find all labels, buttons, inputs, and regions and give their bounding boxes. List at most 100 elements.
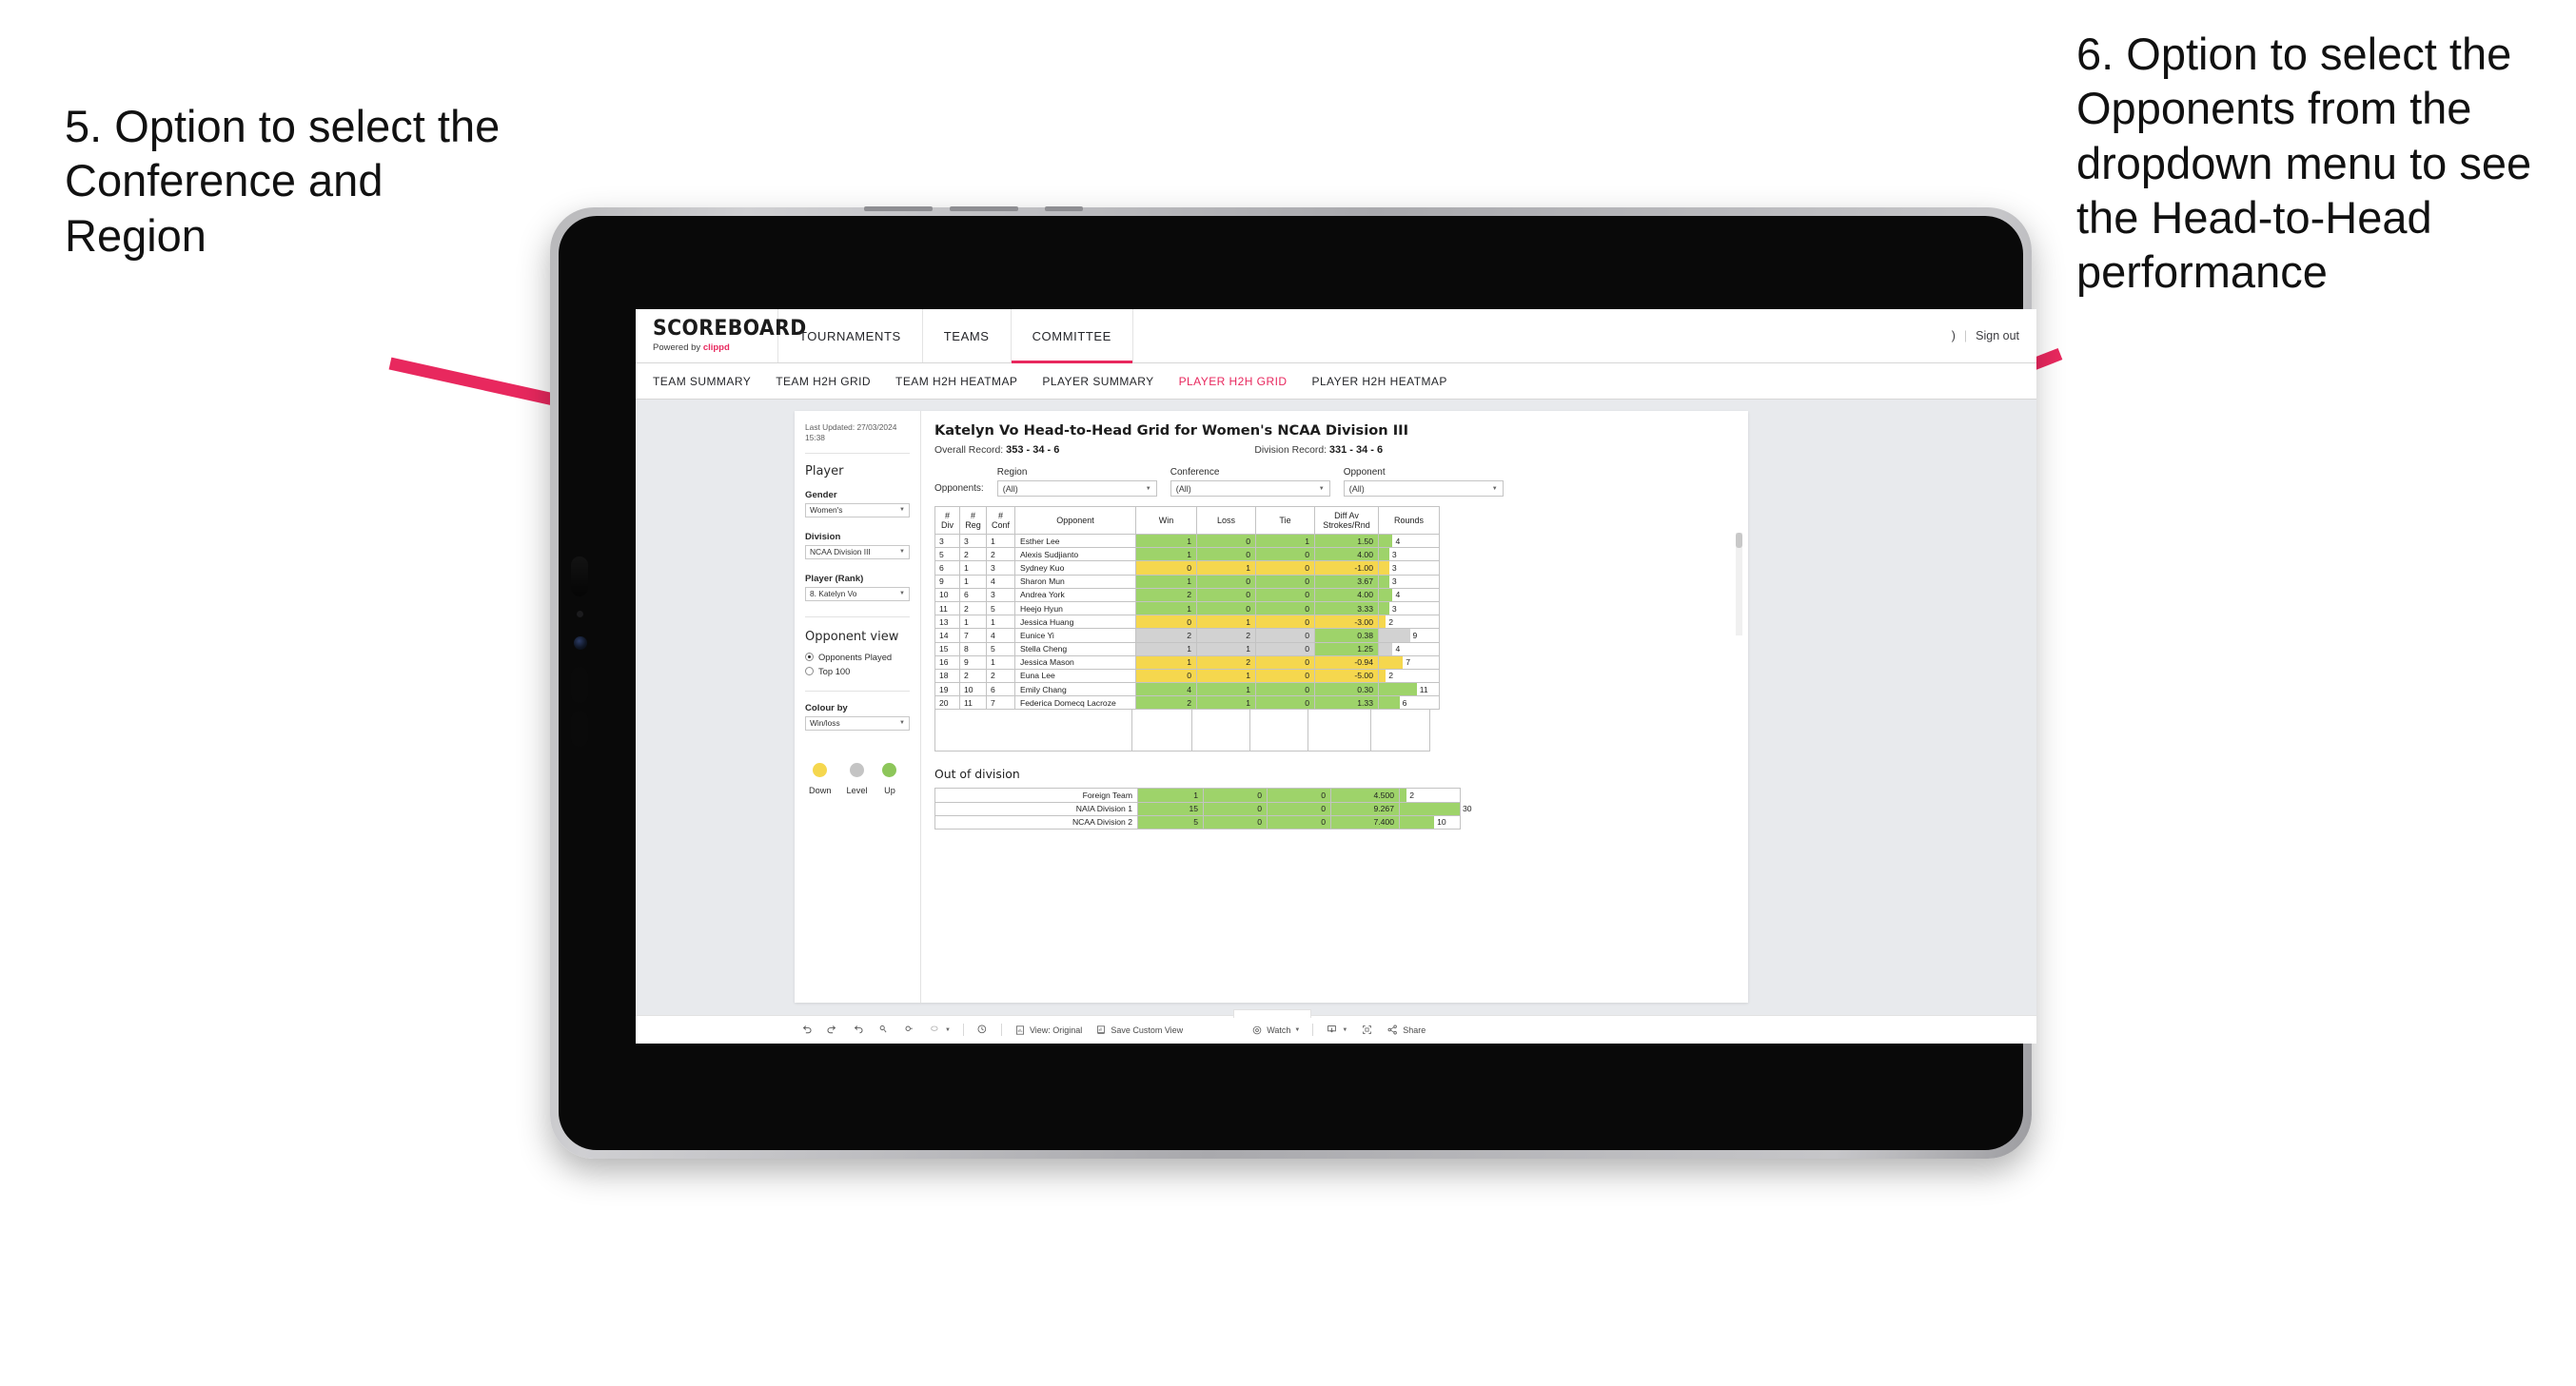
cell-div: 18 bbox=[934, 668, 960, 684]
col-reg[interactable]: # Reg bbox=[959, 506, 987, 535]
undo-button[interactable] bbox=[794, 1024, 819, 1036]
tab-player-h2h-heatmap[interactable]: PLAYER H2H HEATMAP bbox=[1311, 375, 1446, 388]
out-of-division-row[interactable]: Foreign Team 1 0 0 4.500 2 bbox=[934, 788, 1461, 803]
rounds-bar bbox=[1379, 535, 1393, 548]
cell-div: 3 bbox=[934, 533, 960, 549]
power-button[interactable] bbox=[1045, 206, 1083, 211]
table-row[interactable]: 16 9 1 Jessica Mason 1 2 0 -0.94 7 bbox=[934, 654, 1440, 670]
col-tie[interactable]: Tie bbox=[1255, 506, 1315, 535]
colour-by-select[interactable]: Win/loss ▼ bbox=[805, 715, 910, 731]
volume-button-up[interactable] bbox=[864, 206, 933, 211]
fullscreen-button[interactable] bbox=[1354, 1024, 1380, 1036]
pause-button[interactable] bbox=[896, 1024, 922, 1036]
watch-button[interactable]: Watch ▼ bbox=[1245, 1025, 1307, 1036]
last-updated-text: Last Updated: 27/03/2024 15:38 bbox=[805, 422, 897, 442]
colour-legend: Down Level Up bbox=[805, 762, 910, 795]
table-row[interactable]: 9 1 4 Sharon Mun 1 0 0 3.67 3 bbox=[934, 574, 1440, 589]
sign-out-button[interactable]: Sign out bbox=[1976, 329, 2019, 342]
legend-label: Down bbox=[809, 785, 832, 795]
cell-rounds: 4 bbox=[1378, 641, 1440, 656]
table-row[interactable]: 19 10 6 Emily Chang 4 1 0 0.30 11 bbox=[934, 682, 1440, 697]
table-row[interactable]: 5 2 2 Alexis Sudjianto 1 0 0 4.00 3 bbox=[934, 547, 1440, 562]
legend-swatch-level bbox=[849, 762, 864, 777]
cell-win: 15 bbox=[1137, 801, 1204, 816]
col-win[interactable]: Win bbox=[1135, 506, 1197, 535]
table-row[interactable]: 15 8 5 Stella Cheng 1 1 0 1.25 4 bbox=[934, 641, 1440, 656]
col-rounds-label: Rounds bbox=[1393, 515, 1425, 525]
cell-win: 0 bbox=[1135, 560, 1197, 576]
topnav-committee[interactable]: COMMITTEE bbox=[1011, 309, 1133, 363]
rounds-value: 4 bbox=[1395, 644, 1401, 654]
topnav-tournaments[interactable]: TOURNAMENTS bbox=[778, 309, 923, 362]
cell-div: 15 bbox=[934, 641, 960, 656]
table-row[interactable]: 18 2 2 Euna Lee 0 1 0 -5.00 2 bbox=[934, 668, 1440, 684]
cell-group-name: NAIA Division 1 bbox=[934, 801, 1138, 816]
cell-win: 1 bbox=[1137, 788, 1204, 803]
table-row[interactable]: 14 7 4 Eunice Yi 2 2 0 0.38 9 bbox=[934, 628, 1440, 643]
volume-button-down[interactable] bbox=[950, 206, 1018, 211]
division-select[interactable]: NCAA Division III ▼ bbox=[805, 544, 910, 559]
table-row[interactable]: 3 3 1 Esther Lee 1 0 1 1.50 4 bbox=[934, 533, 1440, 549]
radio-opponents-played[interactable]: Opponents Played bbox=[805, 652, 910, 662]
table-scrollbar[interactable] bbox=[1736, 533, 1742, 635]
download-button[interactable]: ▼ bbox=[1319, 1024, 1354, 1036]
logo-wordmark: SCOREBOARD bbox=[653, 317, 807, 341]
history-button[interactable] bbox=[970, 1024, 995, 1036]
opponent-label: Opponent bbox=[1343, 467, 1386, 478]
col-rounds[interactable]: Rounds bbox=[1378, 506, 1440, 535]
radio-top-100[interactable]: Top 100 bbox=[805, 666, 910, 676]
empty-cell bbox=[1192, 710, 1250, 752]
cell-reg: 1 bbox=[959, 615, 987, 630]
rounds-bar bbox=[1379, 601, 1389, 615]
table-row[interactable]: 10 6 3 Andrea York 2 0 0 4.00 4 bbox=[934, 587, 1440, 602]
refresh-button[interactable] bbox=[871, 1024, 896, 1036]
app-header: SCOREBOARD Powered by clippd TOURNAMENTS… bbox=[636, 309, 2036, 363]
table-row[interactable]: 6 1 3 Sydney Kuo 0 1 0 -1.00 3 bbox=[934, 560, 1440, 576]
cell-loss: 1 bbox=[1196, 668, 1256, 684]
region-select[interactable]: (All) ▼ bbox=[996, 480, 1157, 497]
logo[interactable]: SCOREBOARD Powered by clippd bbox=[636, 309, 807, 362]
scrollbar-thumb[interactable] bbox=[1736, 533, 1742, 548]
out-of-division-row[interactable]: NCAA Division 2 5 0 0 7.400 10 bbox=[934, 814, 1461, 830]
opponents-label: Opponents: bbox=[934, 483, 984, 494]
cell-reg: 1 bbox=[959, 574, 987, 589]
col-conf[interactable]: # Conf bbox=[986, 506, 1015, 535]
redo-button[interactable] bbox=[819, 1024, 845, 1036]
gender-select[interactable]: Women's ▼ bbox=[805, 502, 910, 517]
loop-button[interactable]: ▼ bbox=[922, 1024, 957, 1036]
revert-button[interactable] bbox=[845, 1024, 871, 1036]
rounds-value: 2 bbox=[1388, 616, 1393, 627]
cell-opponent: Federica Domecq Lacroze bbox=[1014, 695, 1136, 711]
cell-conf: 1 bbox=[986, 615, 1015, 630]
filter-row: Opponents: Region (All) ▼ Conference (Al… bbox=[934, 467, 1735, 497]
table-row[interactable]: 11 2 5 Heejo Hyun 1 0 0 3.33 3 bbox=[934, 600, 1440, 616]
table-row[interactable]: 13 1 1 Jessica Huang 0 1 0 -3.00 2 bbox=[934, 615, 1440, 630]
rounds-value: 2 bbox=[1388, 671, 1393, 681]
out-of-division-row[interactable]: NAIA Division 1 15 0 0 9.267 30 bbox=[934, 801, 1472, 816]
cell-conf: 5 bbox=[986, 641, 1015, 656]
view-original-button[interactable]: View: Original bbox=[1008, 1025, 1089, 1036]
col-diff[interactable]: Diff Av Strokes/Rnd bbox=[1314, 506, 1379, 535]
cell-diff: -3.00 bbox=[1314, 615, 1379, 630]
player-rank-select[interactable]: 8. Katelyn Vo ▼ bbox=[805, 586, 910, 601]
account-chevron-icon[interactable]: ) bbox=[1952, 329, 1956, 342]
save-custom-view-button[interactable]: Save Custom View bbox=[1089, 1025, 1190, 1036]
conference-select[interactable]: (All) ▼ bbox=[1170, 480, 1330, 497]
cell-rounds: 4 bbox=[1378, 587, 1440, 602]
tab-player-summary[interactable]: PLAYER SUMMARY bbox=[1042, 375, 1153, 388]
cell-rounds: 2 bbox=[1378, 668, 1440, 684]
tab-team-h2h-heatmap[interactable]: TEAM H2H HEATMAP bbox=[895, 375, 1017, 388]
col-opponent[interactable]: Opponent bbox=[1014, 506, 1136, 535]
opponent-select[interactable]: (All) ▼ bbox=[1343, 480, 1504, 497]
table-row[interactable]: 20 11 7 Federica Domecq Lacroze 2 1 0 1.33 6 bbox=[934, 695, 1440, 711]
tab-player-h2h-grid[interactable]: PLAYER H2H GRID bbox=[1179, 375, 1288, 388]
topnav-teams[interactable]: TEAMS bbox=[923, 309, 1012, 362]
col-div[interactable]: # Div bbox=[934, 506, 960, 535]
tab-team-h2h-grid[interactable]: TEAM H2H GRID bbox=[776, 375, 871, 388]
chevron-down-icon: ▼ bbox=[1294, 1026, 1301, 1033]
conference-value: (All) bbox=[1175, 483, 1191, 494]
division-record-value: 331 - 34 - 6 bbox=[1328, 444, 1384, 456]
col-loss[interactable]: Loss bbox=[1196, 506, 1256, 535]
tab-team-summary[interactable]: TEAM SUMMARY bbox=[653, 375, 751, 388]
share-button[interactable]: Share bbox=[1380, 1024, 1432, 1036]
